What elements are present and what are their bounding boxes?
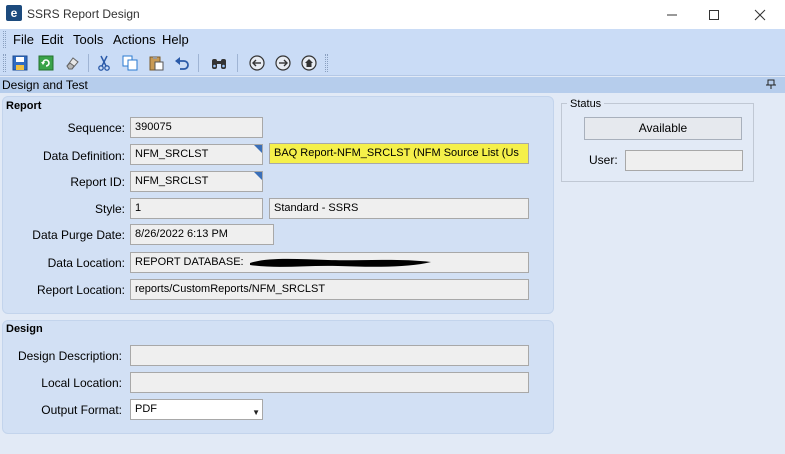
search-button[interactable]: [209, 53, 229, 73]
undo-icon: [175, 57, 189, 70]
status-group-title: Status: [567, 98, 605, 110]
panel-header: [0, 77, 785, 93]
toolbar-separator: [88, 54, 89, 72]
save-icon: [12, 55, 28, 71]
data-location-label: Data Location:: [47, 256, 125, 270]
data-definition-value: NFM_SRCLST: [135, 148, 209, 160]
report-id-field[interactable]: NFM_SRCLST: [130, 171, 263, 192]
output-format-label: Output Format:: [41, 403, 122, 417]
app-logo-icon: e: [6, 5, 22, 21]
back-button[interactable]: [247, 53, 267, 73]
search-icon: [212, 59, 226, 69]
menu-actions[interactable]: Actions: [113, 32, 156, 47]
panel-title: Design and Test: [2, 78, 88, 92]
maximize-icon: [709, 9, 719, 20]
minimize-button[interactable]: [649, 0, 695, 29]
close-button[interactable]: [737, 0, 783, 29]
home-icon: [301, 55, 317, 71]
data-definition-field[interactable]: NFM_SRCLST: [130, 144, 263, 165]
style-label: Style:: [94, 202, 125, 216]
toolbar-separator: [237, 54, 238, 72]
forward-button[interactable]: [273, 53, 293, 73]
local-location-field[interactable]: [130, 372, 529, 393]
save-button[interactable]: [10, 53, 30, 73]
user-field[interactable]: [625, 150, 743, 171]
copy-button[interactable]: [120, 53, 140, 73]
forward-icon: [275, 55, 291, 71]
home-button[interactable]: [299, 53, 319, 73]
menu-grip: [3, 31, 6, 48]
style-field[interactable]: 1: [130, 198, 263, 219]
menu-file[interactable]: File: [13, 32, 34, 47]
chevron-down-icon[interactable]: ▼: [252, 403, 260, 419]
report-id-value: NFM_SRCLST: [135, 175, 209, 187]
search-indicator-icon: [254, 145, 262, 153]
undo-button[interactable]: [172, 53, 192, 73]
toolbar-separator: [198, 54, 199, 72]
report-id-label: Report ID:: [70, 175, 125, 189]
report-location-field[interactable]: reports/CustomReports/NFM_SRCLST: [130, 279, 529, 300]
menu-tools[interactable]: Tools: [73, 32, 103, 47]
available-button[interactable]: Available: [584, 117, 742, 140]
minimize-icon: [667, 14, 677, 15]
copy-icon: [122, 55, 138, 71]
data-purge-date-field[interactable]: 8/26/2022 6:13 PM: [130, 224, 274, 245]
data-purge-date-label: Data Purge Date:: [32, 228, 125, 242]
design-description-field[interactable]: [130, 345, 529, 366]
data-definition-label: Data Definition:: [42, 149, 125, 163]
report-group-title: Report: [6, 100, 42, 112]
toolbar: [0, 50, 785, 76]
close-icon: [754, 9, 766, 20]
output-format-value: PDF: [135, 403, 157, 415]
paste-button[interactable]: [146, 53, 166, 73]
user-label: User:: [589, 153, 618, 167]
clear-icon: [66, 57, 79, 70]
cut-icon: [98, 55, 110, 71]
menu-help[interactable]: Help: [162, 32, 189, 47]
pin-icon[interactable]: [766, 79, 776, 89]
back-icon: [249, 55, 265, 71]
clear-button[interactable]: [62, 53, 82, 73]
local-location-label: Local Location:: [41, 376, 122, 390]
toolbar-grip: [325, 54, 328, 72]
output-format-select[interactable]: PDF ▼: [130, 399, 263, 420]
window-title: SSRS Report Design: [27, 7, 140, 21]
report-location-label: Report Location:: [36, 283, 125, 297]
toolbar-grip: [3, 54, 6, 72]
menu-bar: File Edit Tools Actions Help: [0, 29, 785, 50]
paste-icon: [149, 56, 164, 71]
redaction-mark: [250, 258, 431, 267]
cut-button[interactable]: [94, 53, 114, 73]
style-description: Standard - SSRS: [269, 198, 529, 219]
maximize-button[interactable]: [691, 0, 737, 29]
sequence-field[interactable]: 390075: [130, 117, 263, 138]
search-indicator-icon: [254, 172, 262, 180]
refresh-icon: [38, 55, 54, 71]
sequence-label: Sequence:: [67, 121, 125, 135]
menu-edit[interactable]: Edit: [41, 32, 63, 47]
design-description-label: Design Description:: [17, 349, 122, 363]
refresh-button[interactable]: [36, 53, 56, 73]
data-definition-description: BAQ Report-NFM_SRCLST (NFM Source List (…: [269, 143, 529, 164]
design-group-title: Design: [6, 323, 43, 335]
